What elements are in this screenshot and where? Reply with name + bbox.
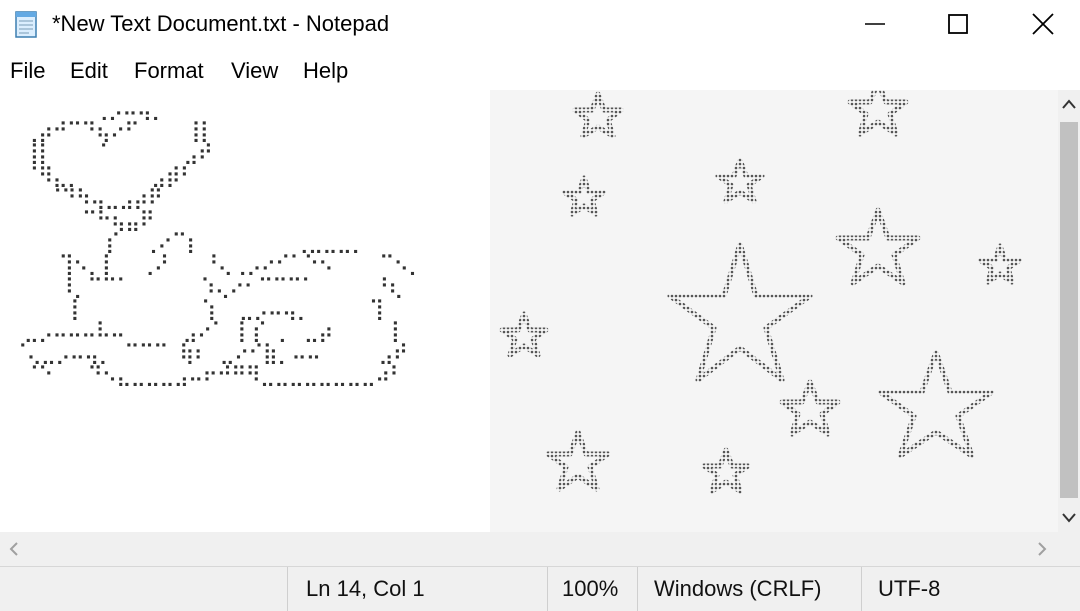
maximize-button[interactable]: [915, 0, 1001, 48]
title-bar: *New Text Document.txt - Notepad: [0, 0, 1080, 48]
menu-bar: File Edit Format View Help: [0, 52, 1080, 88]
status-line-ending: Windows (CRLF): [654, 576, 822, 601]
scroll-up-button[interactable]: [1058, 90, 1080, 118]
scrollbar-corner: [1058, 532, 1080, 566]
menu-view[interactable]: View: [231, 57, 278, 85]
chevron-down-icon: [1062, 513, 1076, 523]
chevron-up-icon: [1062, 99, 1076, 109]
status-line-ending-cell: Windows (CRLF): [637, 567, 861, 611]
minimize-icon: [865, 23, 885, 25]
stars-picture: [490, 90, 1058, 532]
close-button[interactable]: [1000, 0, 1080, 48]
status-encoding: UTF-8: [878, 576, 941, 601]
menu-help[interactable]: Help: [303, 57, 348, 85]
menu-file[interactable]: File: [10, 57, 45, 85]
scroll-down-button[interactable]: [1058, 504, 1080, 532]
status-encoding-cell: UTF-8: [861, 567, 1080, 611]
scroll-right-button[interactable]: [1028, 532, 1056, 566]
window-title: *New Text Document.txt - Notepad: [52, 11, 390, 36]
horizontal-scrollbar[interactable]: [0, 532, 1058, 566]
scroll-left-button[interactable]: [0, 532, 28, 566]
chevron-right-icon: [1038, 542, 1047, 556]
ascii-art-text: ⢀⡠⠤⢤⡀ ⢀⡴⠚⠉⠙⢦⠔⠋ ⢸⡇ ⢸⡇ ⠁ ⣠⠞ ⠈⠻⣄⡀ ⣠⡾⠃ ⠈⠙⠳⢤⣀…: [12, 97, 423, 388]
status-zoom-cell: 100%: [547, 567, 637, 611]
close-icon: [1032, 13, 1054, 35]
menu-format[interactable]: Format: [134, 57, 204, 85]
text-editor[interactable]: ⢀⡠⠤⢤⡀ ⢀⡴⠚⠉⠙⢦⠔⠋ ⢸⡇ ⢸⡇ ⠁ ⣠⠞ ⠈⠻⣄⡀ ⣠⡾⠃ ⠈⠙⠳⢤⣀…: [0, 90, 1058, 532]
notepad-icon: [14, 9, 40, 39]
status-position-cell: Ln 14, Col 1: [287, 567, 547, 611]
minimize-button[interactable]: [832, 0, 918, 48]
status-position: Ln 14, Col 1: [306, 576, 425, 601]
maximize-icon: [948, 14, 968, 34]
vertical-scrollbar[interactable]: [1058, 90, 1080, 532]
status-bar: Ln 14, Col 1 100% Windows (CRLF) UTF-8: [0, 566, 1080, 611]
status-zoom: 100%: [562, 576, 619, 601]
menu-edit[interactable]: Edit: [70, 57, 108, 85]
vertical-scroll-thumb[interactable]: [1060, 122, 1078, 498]
chevron-left-icon: [9, 542, 18, 556]
